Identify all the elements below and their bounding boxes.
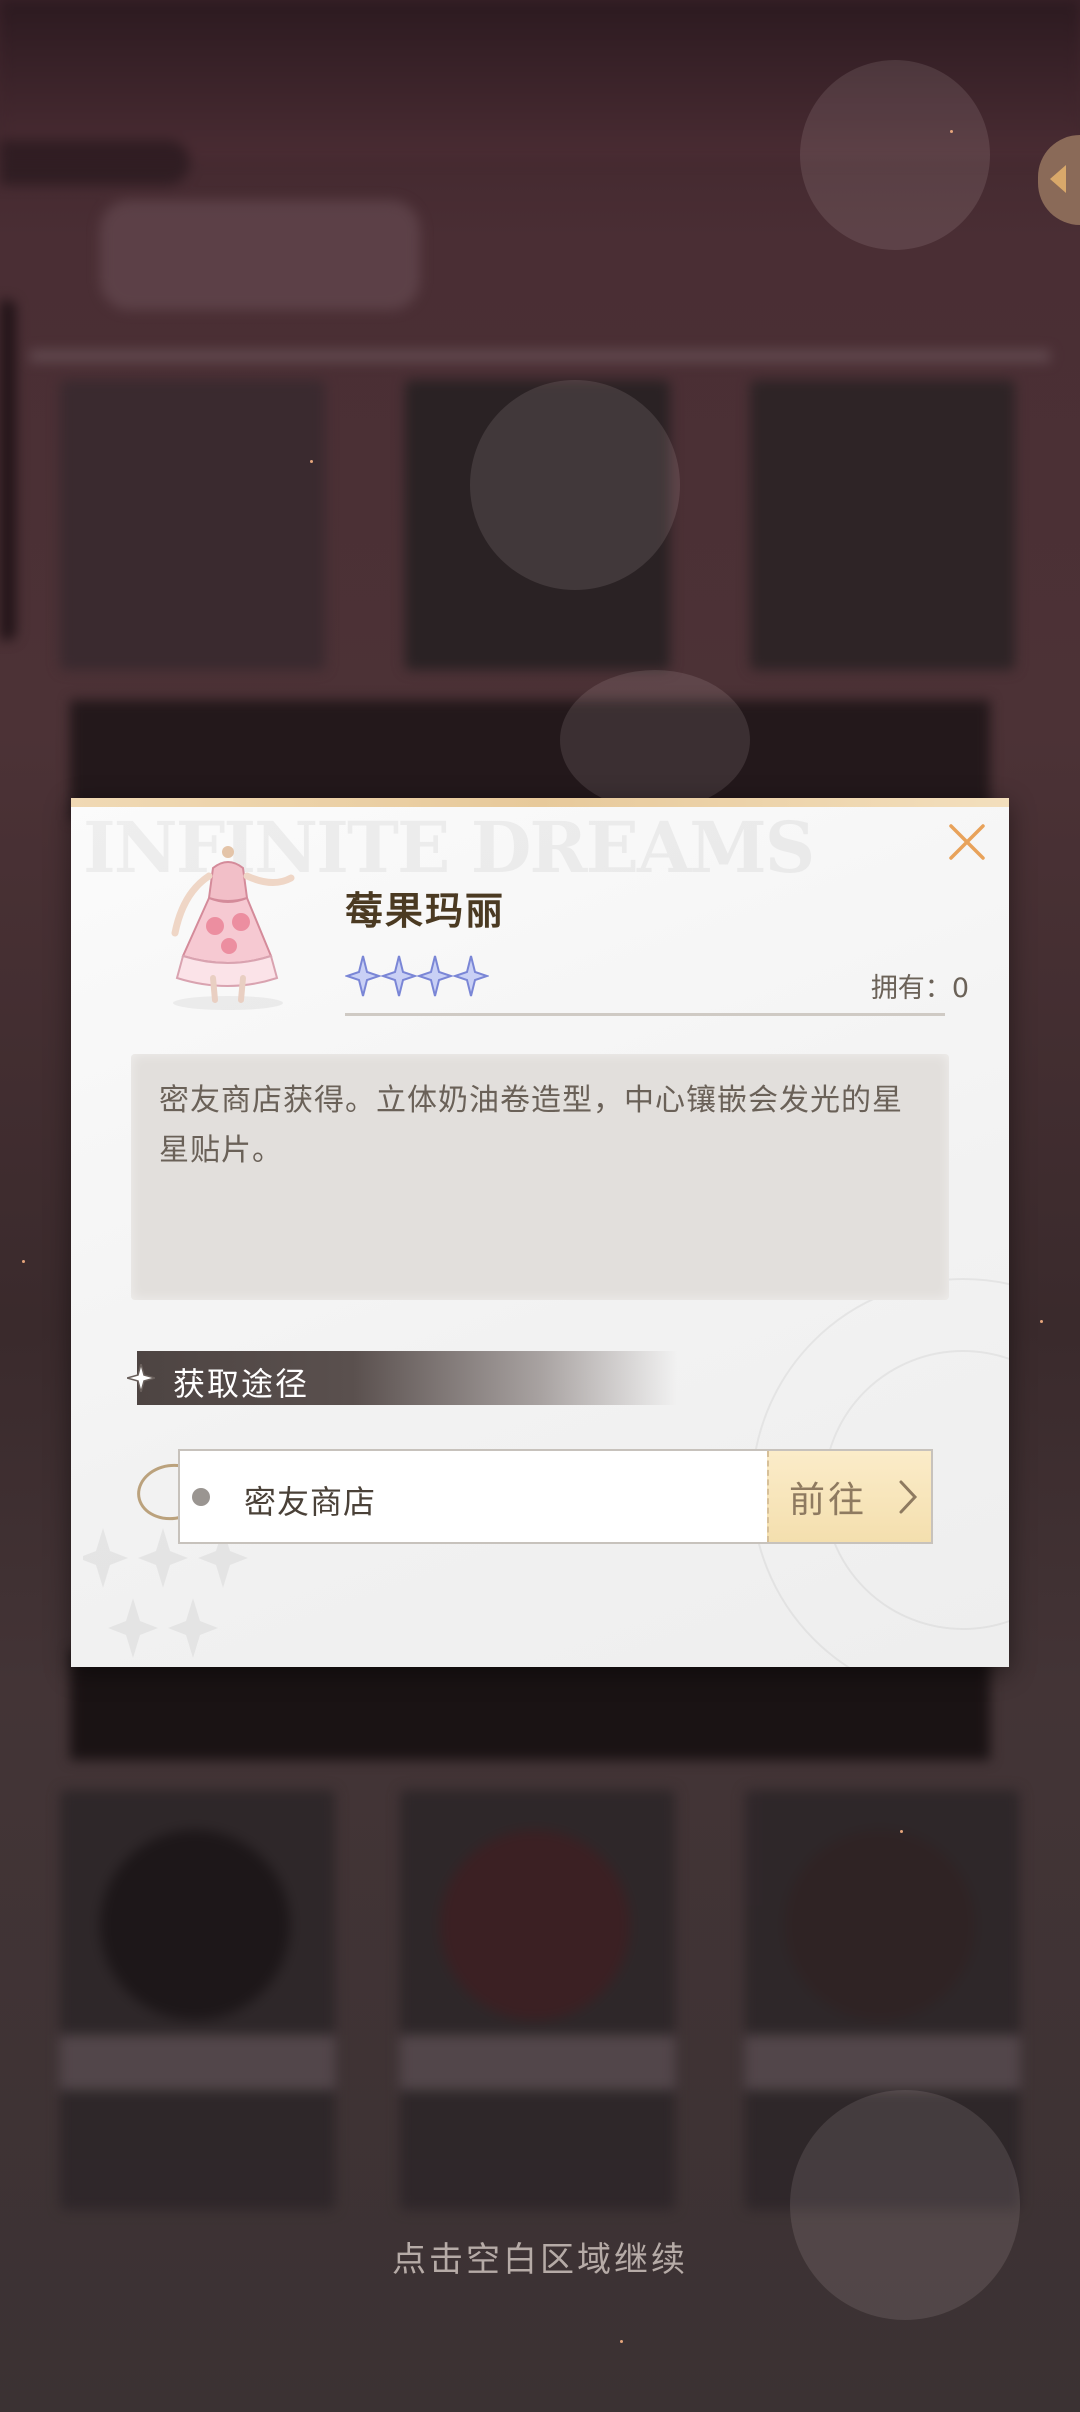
description-box: 密友商店获得。立体奶油卷造型，中心镶嵌会发光的星星贴片。	[131, 1054, 949, 1300]
route-label: 密友商店	[244, 1483, 377, 1521]
sparkle	[950, 130, 953, 133]
sparkle	[900, 1830, 903, 1833]
go-button-label: 前往	[789, 1480, 868, 1521]
sparkle-decoration	[83, 1528, 248, 1658]
bg-item-card	[750, 380, 1015, 670]
go-button[interactable]: 前往	[767, 1451, 931, 1542]
item-name: 莓果玛丽	[345, 888, 506, 933]
star-icon	[345, 955, 381, 997]
bokeh-light	[560, 670, 750, 810]
item-info-dialog: INFINITE DREAMS 莓果玛丽 拥有：0 密友商店获得。立体奶油卷造型…	[71, 798, 1009, 1667]
sparkle	[620, 2340, 623, 2343]
star-icon	[381, 955, 417, 997]
diamond-sparkle-icon	[127, 1364, 155, 1392]
owned-count: 拥有：0	[871, 966, 969, 1005]
item-description: 密友商店获得。立体奶油卷造型，中心镶嵌会发光的星星贴片。	[159, 1083, 903, 1168]
bg-item-card	[400, 1790, 675, 2210]
section-title: 获取途径	[173, 1365, 310, 1403]
bg-currency-pill	[0, 140, 190, 185]
chevron-right-icon	[899, 1480, 918, 1514]
continue-hint[interactable]: 点击空白区域继续	[0, 2232, 1080, 2281]
sparkle	[1040, 1320, 1043, 1323]
item-dress-image	[171, 846, 295, 1010]
bg-title	[100, 200, 420, 310]
route-bullet	[192, 1488, 210, 1506]
divider	[345, 1013, 945, 1016]
rarity-stars	[345, 954, 489, 998]
star-icon	[417, 955, 453, 997]
bokeh-light	[800, 60, 990, 250]
close-icon[interactable]	[945, 820, 989, 864]
bg-item-card	[60, 1790, 335, 2210]
bokeh-light	[470, 380, 680, 590]
owned-value: 0	[951, 973, 969, 1004]
bg-shelf	[30, 350, 1050, 362]
acquire-section-header: 获取途径	[127, 1351, 677, 1405]
star-icon	[453, 955, 489, 997]
sparkle	[22, 1260, 25, 1263]
sparkle	[310, 460, 313, 463]
bokeh-light	[790, 2090, 1020, 2320]
bg-item-card	[60, 380, 325, 670]
owned-label: 拥有：	[870, 973, 952, 1004]
bg-side-panel	[0, 300, 16, 640]
route-item: 密友商店 前往	[178, 1449, 933, 1544]
